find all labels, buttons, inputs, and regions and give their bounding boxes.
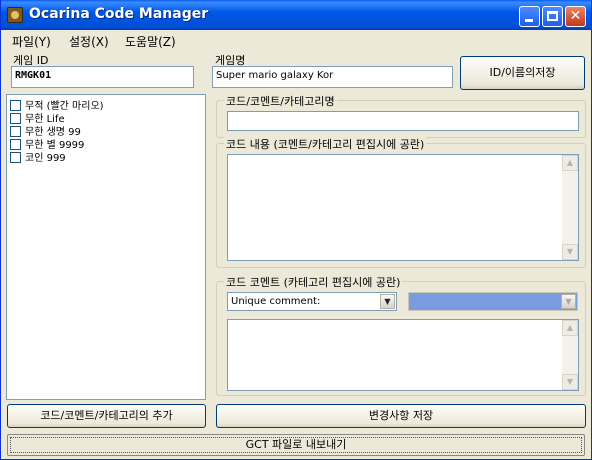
- code-name-input[interactable]: [227, 111, 579, 131]
- menu-settings[interactable]: 설정(X): [69, 33, 109, 50]
- save-id-name-button[interactable]: ID/이름의저장: [460, 56, 585, 90]
- code-content-group-title: 코드 내용 (코멘트/카테고리 편집시에 공란): [224, 136, 427, 152]
- code-content-textarea[interactable]: ▲ ▼: [227, 154, 579, 261]
- scroll-up-arrow-icon[interactable]: ▲: [562, 155, 578, 171]
- comment-type-select[interactable]: Unique comment: ▼: [227, 292, 397, 311]
- ocarina-app-icon: [7, 7, 23, 23]
- export-gct-label: GCT 파일로 내보내기: [10, 437, 582, 453]
- window-title: Ocarina Code Manager: [29, 6, 209, 22]
- list-item-label: 코인 999: [25, 153, 66, 164]
- minimize-icon: [525, 19, 533, 22]
- game-id-input[interactable]: RMGK01: [11, 66, 194, 88]
- code-comment-scrollbar[interactable]: ▲ ▼: [562, 320, 578, 390]
- code-comment-group-title: 코드 코멘트 (카테고리 편집시에 공란): [224, 274, 403, 290]
- code-name-group: 코드/코멘트/카테고리명: [216, 93, 586, 138]
- scroll-down-arrow-icon[interactable]: ▼: [562, 374, 578, 390]
- close-icon: ✕: [569, 8, 582, 24]
- code-name-group-title: 코드/코멘트/카테고리명: [224, 93, 337, 109]
- list-item[interactable]: 무한 별 9999: [10, 136, 84, 151]
- chevron-down-icon: ▼: [561, 294, 576, 309]
- chevron-down-icon[interactable]: ▼: [380, 294, 395, 309]
- code-list[interactable]: 무적 (빨간 마리오) 무한 Life 무한 생명 99 무한 별 9999 코인 99…: [6, 94, 206, 400]
- code-content-scrollbar[interactable]: ▲ ▼: [562, 155, 578, 260]
- list-item[interactable]: 코인 999: [10, 149, 66, 164]
- scroll-down-arrow-icon[interactable]: ▼: [562, 244, 578, 260]
- secondary-select: ▼: [408, 292, 578, 311]
- minimize-button[interactable]: [519, 6, 540, 27]
- maximize-icon: [547, 11, 558, 21]
- game-name-input[interactable]: Super mario galaxy Kor: [212, 66, 453, 88]
- app-window: Ocarina Code Manager ✕ 파일(Y) 설정(X) 도움말(Z…: [0, 0, 592, 460]
- add-code-button[interactable]: 코드/코멘트/카테고리의 추가: [7, 404, 206, 428]
- maximize-button[interactable]: [542, 6, 563, 27]
- checkbox[interactable]: [10, 152, 21, 163]
- export-gct-button[interactable]: GCT 파일로 내보내기: [7, 434, 585, 456]
- close-button[interactable]: ✕: [565, 6, 586, 27]
- list-item[interactable]: 무한 생명 99: [10, 123, 81, 138]
- menu-bar: 파일(Y) 설정(X) 도움말(Z): [2, 30, 591, 50]
- list-item[interactable]: 무적 (빨간 마리오): [10, 97, 104, 112]
- menu-file[interactable]: 파일(Y): [12, 33, 51, 50]
- menu-help[interactable]: 도움말(Z): [125, 33, 176, 50]
- code-content-group: 코드 내용 (코멘트/카테고리 편집시에 공란) ▲ ▼: [216, 136, 586, 268]
- comment-type-value: Unique comment:: [231, 296, 321, 307]
- save-changes-button[interactable]: 변경사항 저장: [216, 404, 586, 428]
- title-bar[interactable]: Ocarina Code Manager ✕: [1, 0, 591, 30]
- list-item[interactable]: 무한 Life: [10, 110, 65, 125]
- scroll-up-arrow-icon[interactable]: ▲: [562, 320, 578, 336]
- code-comment-textarea[interactable]: ▲ ▼: [227, 319, 579, 391]
- code-comment-group: 코드 코멘트 (카테고리 편집시에 공란) Unique comment: ▼ …: [216, 274, 586, 396]
